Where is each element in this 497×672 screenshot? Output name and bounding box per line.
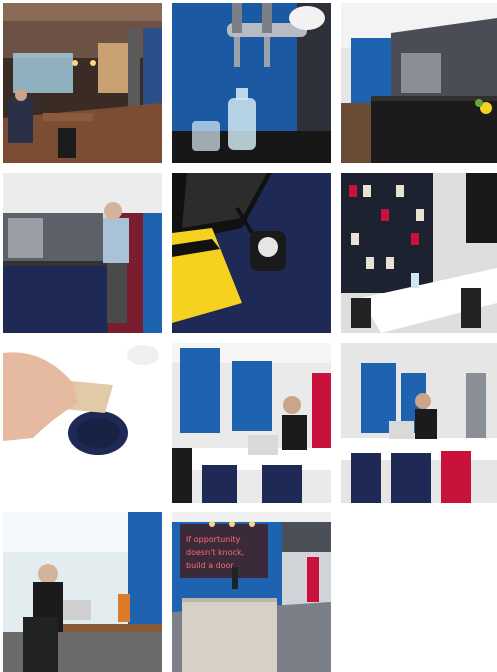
photo-meeting-room-shelves[interactable] bbox=[341, 173, 497, 333]
photo-coffee-station-man[interactable] bbox=[3, 173, 162, 333]
neon-line-2: doesn't knock, bbox=[186, 548, 244, 557]
photo-woman-laptop-wide[interactable] bbox=[341, 343, 497, 503]
photo-restaurant-interior[interactable] bbox=[3, 3, 162, 163]
photo-beer-tap-carafe[interactable] bbox=[172, 3, 331, 163]
photo-hand-phone-wireless-charger[interactable] bbox=[3, 343, 162, 503]
photo-kitchen-counter[interactable] bbox=[341, 3, 497, 163]
neon-line-3: build a door bbox=[186, 561, 235, 570]
photo-woman-laptop-window[interactable] bbox=[3, 512, 162, 672]
photo-woman-laptop-blue-wall[interactable] bbox=[172, 343, 331, 503]
photo-neon-sign-reception[interactable]: If opportunity doesn't knock, build a do… bbox=[172, 512, 331, 672]
photo-laptop-presentation-button[interactable] bbox=[172, 173, 331, 333]
neon-line-1: If opportunity bbox=[186, 535, 241, 544]
